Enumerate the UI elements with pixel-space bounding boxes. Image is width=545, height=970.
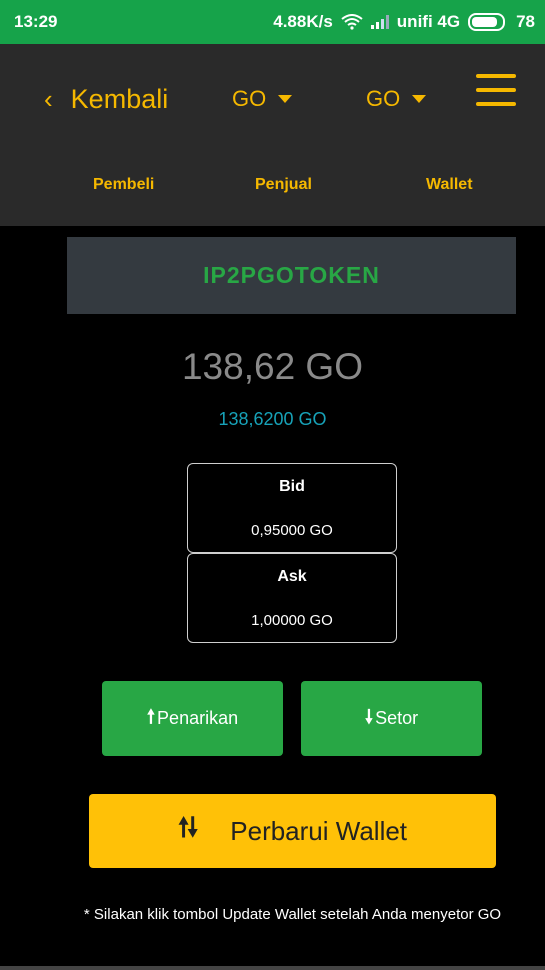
app-header: ‹ Kembali GO GO Pembeli Penjual Wallet: [0, 44, 545, 226]
balance-detail: 138,6200 GO: [218, 409, 327, 429]
token-bar: IP2PGOTOKEN: [67, 237, 516, 314]
bid-value: 0,95000 GO: [251, 522, 333, 539]
tabs-row: Pembeli Penjual Wallet: [0, 156, 545, 226]
bottom-divider: [0, 966, 545, 970]
currency-dropdown-1[interactable]: GO: [232, 74, 293, 124]
back-button[interactable]: ‹ Kembali: [44, 74, 168, 124]
status-time: 13:29: [14, 12, 58, 31]
arrow-up-icon: 🠕: [146, 706, 156, 728]
update-note: * Silakan klik tombol Update Wallet sete…: [83, 906, 502, 923]
carrier-label: unifi 4G: [396, 12, 461, 31]
tab-pembeli[interactable]: Pembeli: [93, 176, 154, 194]
token-name: IP2PGOTOKEN: [203, 262, 380, 288]
wifi-icon: [341, 14, 363, 30]
hamburger-menu-icon[interactable]: [476, 74, 516, 106]
currency-dropdown-2[interactable]: GO: [366, 74, 427, 124]
chevron-left-icon: ‹: [44, 84, 53, 114]
update-wallet-button[interactable]: 🠕🠗 Perbarui Wallet: [89, 794, 496, 868]
withdraw-button[interactable]: 🠕 Penarikan: [102, 681, 283, 756]
tab-wallet[interactable]: Wallet: [426, 176, 473, 194]
status-right: 4.88K/s unifi 4G 78: [273, 12, 535, 32]
battery-level: 78: [516, 12, 535, 31]
bid-label: Bid: [279, 478, 305, 495]
ask-value: 1,00000 GO: [251, 612, 333, 629]
deposit-label: Setor: [375, 708, 419, 728]
update-wallet-label: Perbarui Wallet: [230, 815, 408, 846]
network-speed: 4.88K/s: [273, 12, 333, 31]
nav-row: ‹ Kembali GO GO: [0, 44, 545, 156]
ask-label: Ask: [277, 568, 307, 585]
signal-icon: [370, 15, 389, 29]
back-label: Kembali: [70, 83, 169, 114]
withdraw-label: Penarikan: [157, 708, 239, 728]
dropdown-2-value: GO: [366, 86, 401, 111]
battery-icon: [468, 13, 506, 31]
app-screen: 13:29 4.88K/s unifi 4G 78 ‹ Kembali GO G…: [0, 0, 545, 970]
ask-box: Ask 1,00000 GO: [187, 553, 397, 643]
caret-down-icon: [412, 95, 427, 103]
tab-penjual[interactable]: Penjual: [255, 176, 312, 194]
balance-main: 138,62 GO: [181, 346, 363, 387]
caret-down-icon: [278, 95, 293, 103]
deposit-button[interactable]: 🠗 Setor: [301, 681, 482, 756]
arrow-down-icon: 🠗: [364, 706, 374, 728]
arrows-up-down-icon: 🠕🠗: [177, 812, 198, 842]
dropdown-1-value: GO: [232, 86, 267, 111]
bid-box: Bid 0,95000 GO: [187, 463, 397, 553]
status-bar: 13:29 4.88K/s unifi 4G 78: [0, 0, 545, 44]
